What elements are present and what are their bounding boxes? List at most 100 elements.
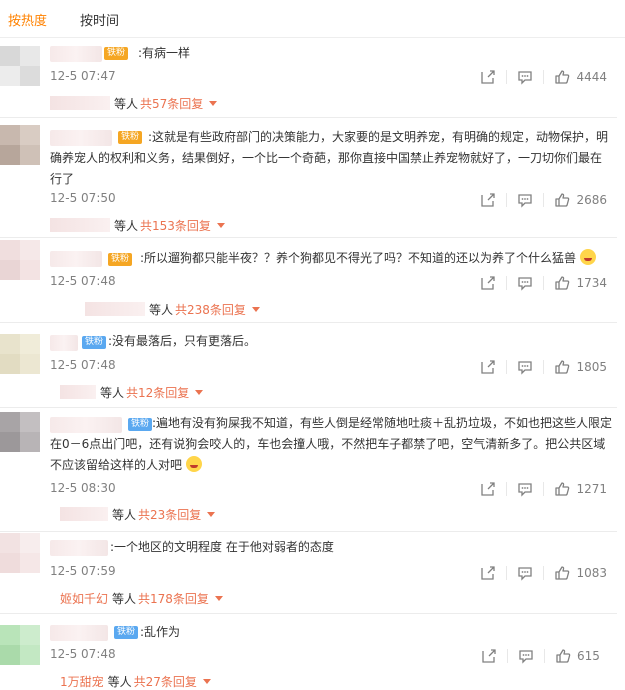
comment-text: :乱作为 <box>140 625 181 639</box>
caret-down-icon[interactable] <box>214 595 223 601</box>
comment-time: 12-5 08:30 <box>50 481 116 495</box>
comment-icon[interactable] <box>517 481 533 497</box>
username[interactable] <box>50 540 108 556</box>
reply-summary[interactable]: 1万甜宠 等人 共27条回复 <box>60 673 211 689</box>
emoji-icon <box>185 456 202 472</box>
share-icon[interactable] <box>480 69 496 85</box>
avatar[interactable] <box>0 125 40 165</box>
fan-badge: 铁粉 <box>104 47 129 60</box>
comment-item: 铁粉 :乱作为 12-5 07:48 615 1万甜宠 等人 共27条回复 <box>0 614 625 689</box>
share-icon[interactable] <box>480 359 496 375</box>
reply-user-link[interactable]: 姬如千幻 <box>60 590 108 607</box>
reply-count-link[interactable]: 共238条回复 <box>175 301 246 318</box>
fan-badge: 铁粉 <box>114 626 139 639</box>
reply-summary[interactable]: 等人 共57条回复 <box>50 95 218 112</box>
reply-count-link[interactable]: 共153条回复 <box>140 217 211 234</box>
comment-actions: 1083 <box>480 563 607 583</box>
caret-down-icon[interactable] <box>207 511 216 517</box>
username[interactable] <box>50 335 78 351</box>
comment-time: 12-5 07:48 <box>50 358 116 372</box>
comment-icon[interactable] <box>517 359 533 375</box>
reply-count-link[interactable]: 共27条回复 <box>134 673 197 690</box>
comment-time: 12-5 07:48 <box>50 647 116 661</box>
avatar[interactable] <box>0 625 40 665</box>
reply-summary[interactable]: 等人 共153条回复 <box>50 217 225 233</box>
comment-actions: 4444 <box>480 67 607 87</box>
like-count: 1805 <box>576 360 607 374</box>
like-icon[interactable] <box>554 275 570 291</box>
sort-tabs: 按热度 按时间 <box>0 0 625 38</box>
share-icon[interactable] <box>480 481 496 497</box>
caret-down-icon[interactable] <box>216 222 225 228</box>
reply-user-link[interactable]: 1万甜宠 <box>60 673 104 690</box>
avatar[interactable] <box>0 412 40 452</box>
caret-down-icon[interactable] <box>251 306 260 312</box>
comment-actions: 615 <box>481 646 607 666</box>
avatar[interactable] <box>0 240 40 280</box>
comment-actions: 2686 <box>480 190 607 210</box>
reply-summary[interactable]: 等人 共12条回复 <box>60 384 204 401</box>
comment-time: 12-5 07:50 <box>50 191 116 205</box>
reply-count-link[interactable]: 共57条回复 <box>140 95 203 112</box>
like-count: 1734 <box>576 276 607 290</box>
reply-summary[interactable]: 等人 共238条回复 <box>85 301 260 317</box>
comment-icon[interactable] <box>517 192 533 208</box>
comment-icon[interactable] <box>517 275 533 291</box>
avatar[interactable] <box>0 46 40 86</box>
like-icon[interactable] <box>555 648 571 664</box>
comment-text: :有病一样 <box>138 46 191 60</box>
username[interactable] <box>50 251 102 267</box>
fan-badge: 铁粉 <box>108 253 133 266</box>
comment-item: :一个地区的文明程度 在于他对弱者的态度 12-5 07:59 1083 姬如千… <box>0 532 625 614</box>
comment-actions: 1805 <box>480 357 607 377</box>
comment-item: 铁粉 :这就是有些政府部门的决策能力，大家要的是文明养宠，有明确的规定，动物保护… <box>0 118 625 238</box>
comment-time: 12-5 07:59 <box>50 564 116 578</box>
like-count: 1083 <box>576 566 607 580</box>
avatar[interactable] <box>0 334 40 374</box>
like-count: 615 <box>577 649 600 663</box>
emoji-icon <box>579 249 596 265</box>
comment-time: 12-5 07:47 <box>50 69 116 83</box>
reply-summary[interactable]: 等人 共23条回复 <box>60 506 216 523</box>
like-count: 2686 <box>576 193 607 207</box>
like-icon[interactable] <box>554 359 570 375</box>
like-icon[interactable] <box>554 565 570 581</box>
fan-badge: 铁粉 <box>82 336 107 349</box>
share-icon[interactable] <box>481 648 497 664</box>
caret-down-icon[interactable] <box>195 389 204 395</box>
reply-summary[interactable]: 姬如千幻 等人 共178条回复 <box>60 590 223 606</box>
comment-actions: 1271 <box>480 479 607 499</box>
comment-icon[interactable] <box>517 69 533 85</box>
comment-text: :没有最落后，只有更落后。 <box>108 334 257 348</box>
like-icon[interactable] <box>554 192 570 208</box>
tab-by-hot[interactable]: 按热度 <box>8 10 47 29</box>
share-icon[interactable] <box>480 565 496 581</box>
comment-actions: 1734 <box>480 273 607 293</box>
caret-down-icon[interactable] <box>202 678 211 684</box>
comment-time: 12-5 07:48 <box>50 274 116 288</box>
comment-text: :遍地有没有狗屎我不知道，有些人倒是经常随地吐痰＋乱扔垃圾，不如也把这些人限定在… <box>50 416 613 472</box>
comment-text: :所以遛狗都只能半夜？？养个狗都见不得光了吗？不知道的还以为养了个什么猛兽 <box>140 248 610 269</box>
comment-icon[interactable] <box>517 565 533 581</box>
reply-count-link[interactable]: 共23条回复 <box>138 506 201 523</box>
comment-item: 铁粉 :所以遛狗都只能半夜？？养个狗都见不得光了吗？不知道的还以为养了个什么猛兽… <box>0 238 625 323</box>
tab-by-time[interactable]: 按时间 <box>80 10 119 29</box>
comment-icon[interactable] <box>518 648 534 664</box>
avatar[interactable] <box>0 533 40 573</box>
comment-item: 铁粉 :遍地有没有狗屎我不知道，有些人倒是经常随地吐痰＋乱扔垃圾，不如也把这些人… <box>0 408 625 532</box>
like-icon[interactable] <box>554 481 570 497</box>
username[interactable] <box>50 46 102 62</box>
share-icon[interactable] <box>480 192 496 208</box>
like-count: 4444 <box>576 70 607 84</box>
share-icon[interactable] <box>480 275 496 291</box>
comment-text: :一个地区的文明程度 在于他对弱者的态度 <box>110 540 334 554</box>
reply-count-link[interactable]: 共12条回复 <box>126 384 189 401</box>
comment-item: 铁粉 :有病一样 12-5 07:47 4444 等人 共57条回复 <box>0 38 625 118</box>
like-count: 1271 <box>576 482 607 496</box>
comment-text: :这就是有些政府部门的决策能力，大家要的是文明养宠，有明确的规定，动物保护，明确… <box>50 130 609 186</box>
caret-down-icon[interactable] <box>209 100 218 106</box>
like-icon[interactable] <box>554 69 570 85</box>
username[interactable] <box>50 625 108 641</box>
comment-item: 铁粉 :没有最落后，只有更落后。 12-5 07:48 1805 等人 共12条… <box>0 323 625 408</box>
reply-count-link[interactable]: 共178条回复 <box>138 590 209 607</box>
